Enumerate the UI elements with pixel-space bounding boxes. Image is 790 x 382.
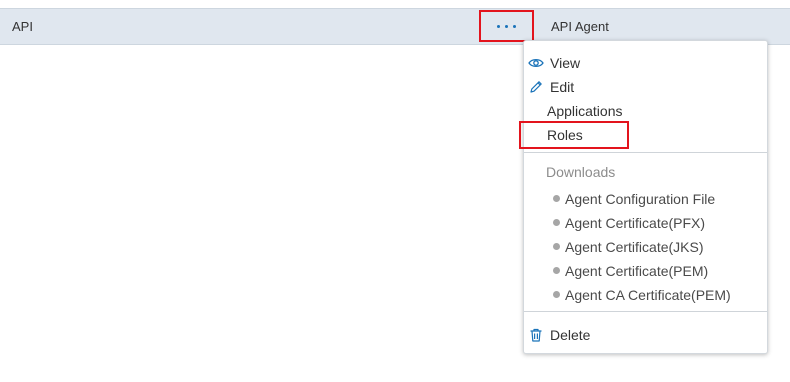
menu-divider	[524, 152, 767, 153]
row-type-cell: API Agent	[551, 19, 609, 34]
menu-item-edit-label: Edit	[550, 79, 575, 95]
bullet-icon	[553, 243, 560, 250]
download-agent-cert-pfx[interactable]: Agent Certificate(PFX)	[565, 215, 705, 231]
menu-divider	[524, 311, 767, 312]
bullet-icon	[553, 267, 560, 274]
menu-item-delete[interactable]: Delete	[530, 327, 591, 343]
bullet-icon	[553, 291, 560, 298]
menu-item-view[interactable]: View	[528, 55, 581, 71]
bullet-icon	[553, 195, 560, 202]
trash-icon	[528, 327, 544, 343]
menu-item-delete-label: Delete	[550, 327, 591, 343]
download-agent-config-file[interactable]: Agent Configuration File	[565, 191, 715, 207]
download-agent-ca-cert-pem[interactable]: Agent CA Certificate(PEM)	[565, 287, 731, 303]
menu-item-view-label: View	[550, 55, 581, 71]
more-dots-icon	[497, 24, 516, 28]
downloads-header: Downloads	[546, 164, 616, 180]
menu-item-edit[interactable]: Edit	[530, 79, 575, 95]
menu-item-applications-label: Applications	[547, 103, 623, 119]
menu-item-roles-label: Roles	[547, 127, 583, 143]
row-name-cell: API	[12, 19, 33, 34]
eye-icon	[528, 55, 544, 71]
actions-menu: View Edit Applications Roles Downloads A…	[519, 40, 768, 354]
menu-item-applications[interactable]: Applications	[547, 103, 623, 119]
download-agent-cert-jks[interactable]: Agent Certificate(JKS)	[565, 239, 704, 255]
more-actions-button[interactable]	[479, 10, 534, 42]
menu-item-roles[interactable]: Roles	[547, 127, 583, 143]
pencil-icon	[528, 79, 544, 95]
download-agent-cert-pem[interactable]: Agent Certificate(PEM)	[565, 263, 708, 279]
bullet-icon	[553, 219, 560, 226]
